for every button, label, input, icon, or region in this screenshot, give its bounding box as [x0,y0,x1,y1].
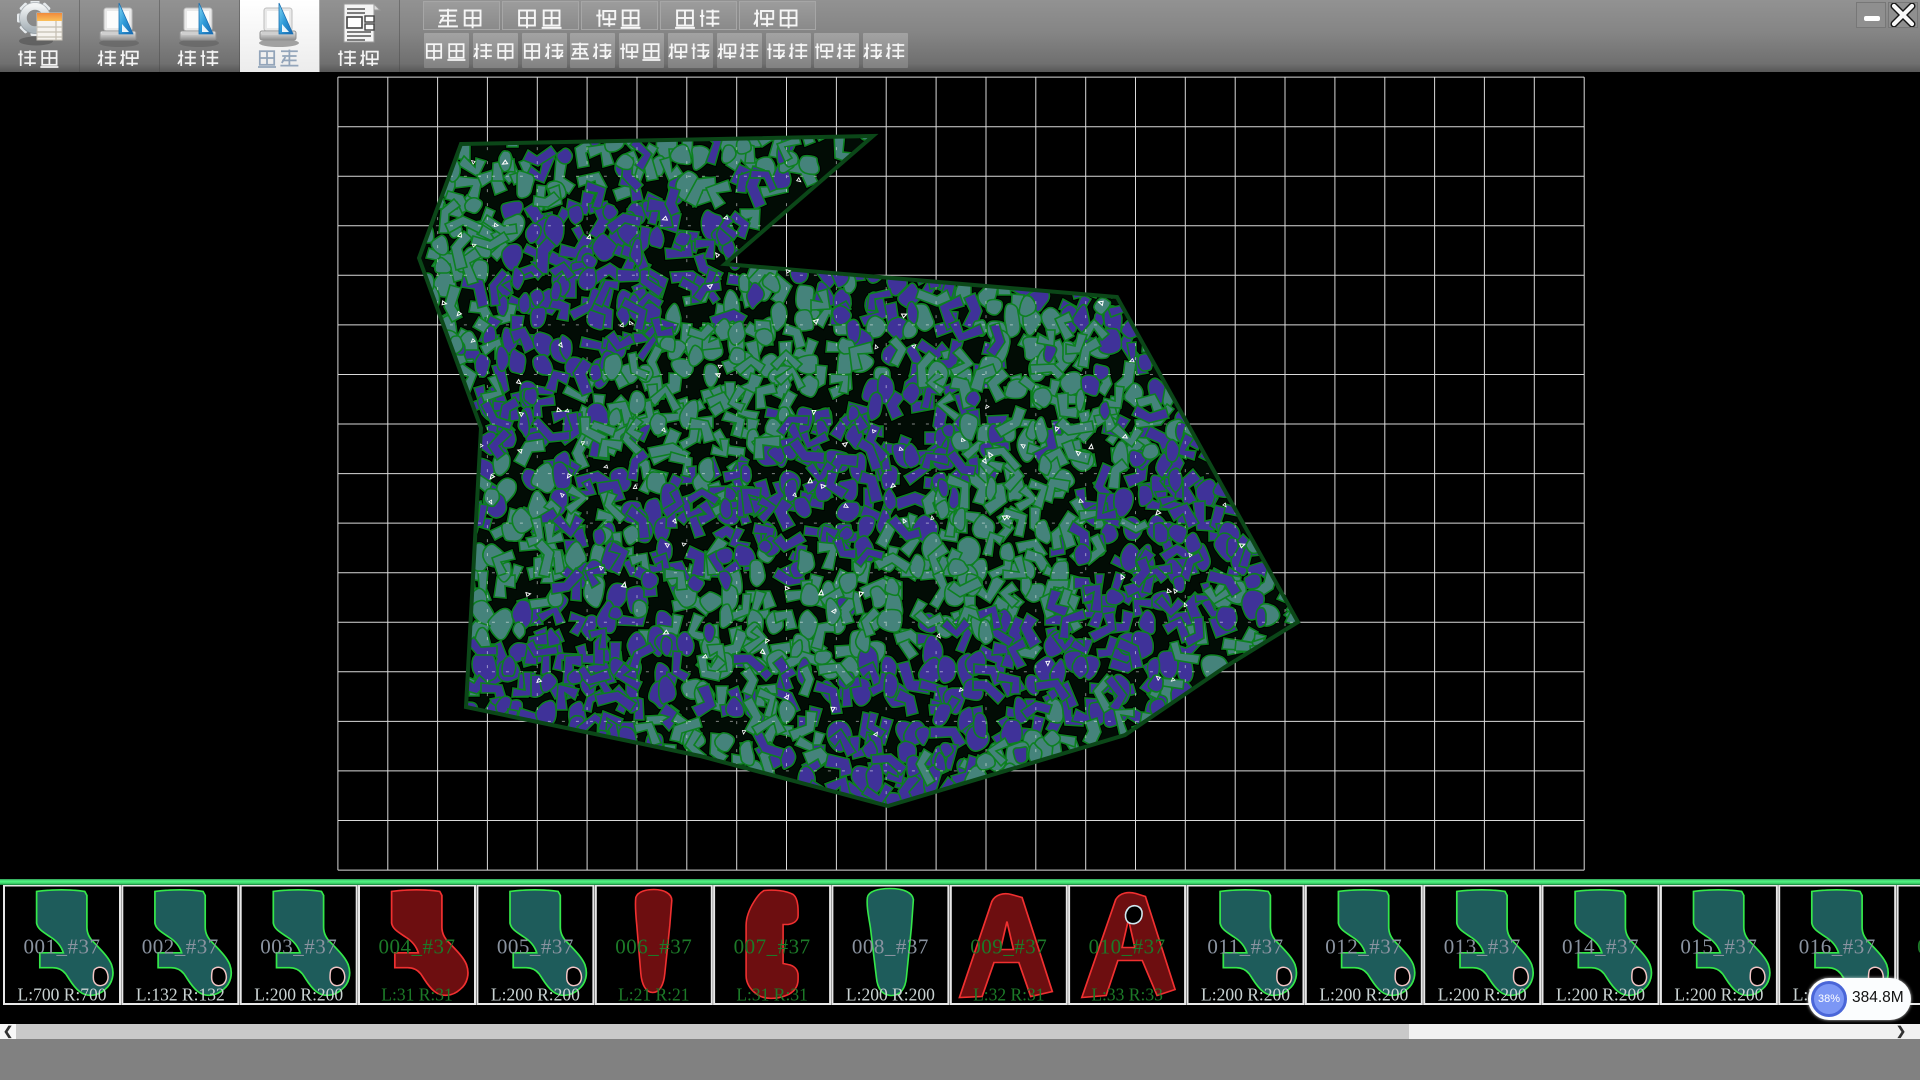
svg-text:L:200 R:200: L:200 R:200 [254,985,343,1005]
svg-text:L:31 R:31: L:31 R:31 [381,985,452,1005]
svg-text:013_#37: 013_#37 [1444,935,1521,959]
svg-text:015_#37: 015_#37 [1680,935,1757,959]
svg-text:007_#37: 007_#37 [734,935,811,959]
svg-text:L:700 R:700: L:700 R:700 [18,985,107,1005]
svg-text:L:32 R:31: L:32 R:31 [973,985,1044,1005]
svg-text:L:200 R:200: L:200 R:200 [1556,985,1645,1005]
svg-text:L:200 R:200: L:200 R:200 [491,985,580,1005]
svg-text:004_#37: 004_#37 [379,935,456,959]
svg-text:009_#37: 009_#37 [970,935,1047,959]
svg-text:010_#37: 010_#37 [1089,935,1166,959]
svg-text:L:132 R:132: L:132 R:132 [136,985,225,1005]
svg-text:006_#37: 006_#37 [615,935,692,959]
svg-text:014_#37: 014_#37 [1562,935,1639,959]
svg-text:008_#37: 008_#37 [852,935,929,959]
svg-text:011_#37: 011_#37 [1207,935,1283,959]
svg-text:L:21 R:21: L:21 R:21 [618,985,689,1005]
svg-text:003_#37: 003_#37 [260,935,337,959]
svg-text:L:200 R:200: L:200 R:200 [1319,985,1408,1005]
svg-text:002_#37: 002_#37 [142,935,219,959]
svg-text:L:31 R:31: L:31 R:31 [736,985,807,1005]
svg-text:L:200 R:200: L:200 R:200 [1674,985,1763,1005]
svg-text:L:200 R:200: L:200 R:200 [1438,985,1527,1005]
svg-text:005_#37: 005_#37 [497,935,574,959]
svg-text:L:200 R:200: L:200 R:200 [846,985,935,1005]
svg-text:L:200 R:200: L:200 R:200 [1201,985,1290,1005]
svg-text:L:33 R:33: L:33 R:33 [1091,985,1163,1005]
svg-text:016_#37: 016_#37 [1799,935,1876,959]
svg-text:012_#37: 012_#37 [1325,935,1402,959]
svg-text:001_#37: 001_#37 [24,935,101,959]
